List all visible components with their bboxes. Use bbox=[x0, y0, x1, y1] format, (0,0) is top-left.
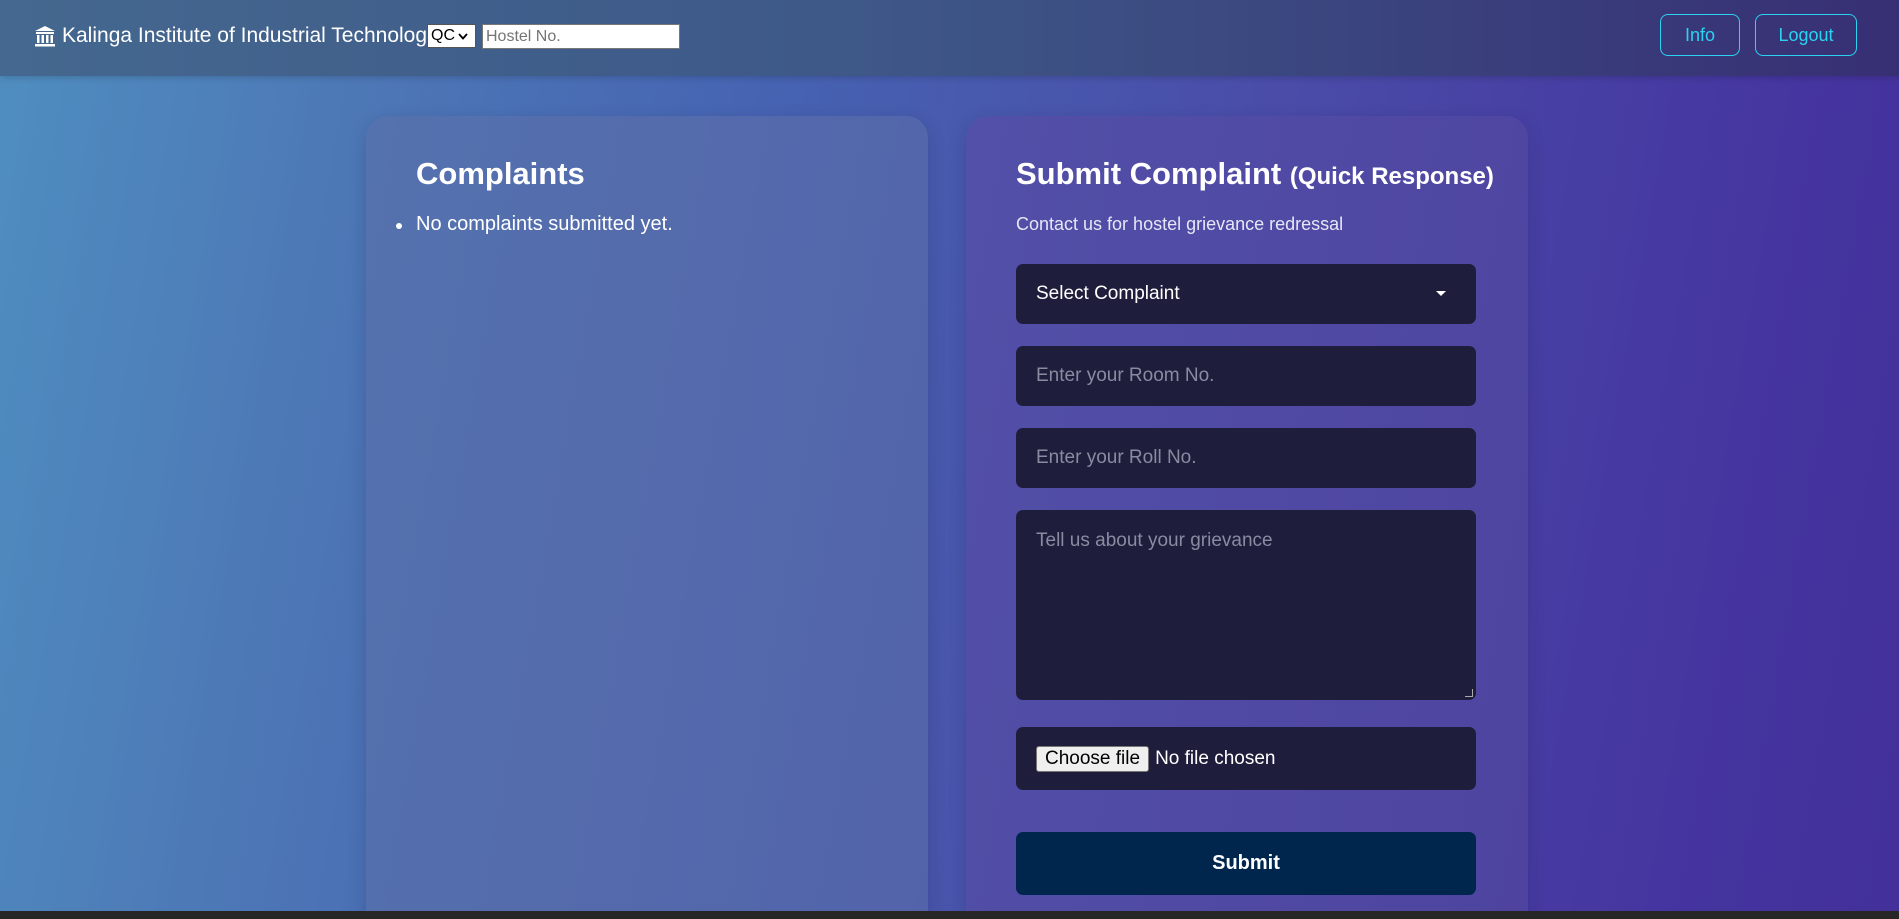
top-navbar: Kalinga Institute of Industrial Technolo… bbox=[0, 0, 1899, 76]
resize-handle-icon[interactable] bbox=[1465, 689, 1473, 697]
file-status: No file chosen bbox=[1155, 747, 1276, 769]
caret-down-icon bbox=[1436, 291, 1446, 296]
brand: Kalinga Institute of Industrial Technolo… bbox=[34, 22, 438, 50]
quota-select[interactable]: QC bbox=[427, 24, 476, 48]
roll-number-placeholder: Enter your Roll No. bbox=[1036, 447, 1197, 468]
room-number-placeholder: Enter your Room No. bbox=[1036, 365, 1215, 386]
file-upload-field: Choose file No file chosen bbox=[1016, 727, 1476, 790]
complaints-title: Complaints bbox=[416, 156, 585, 191]
room-number-field[interactable]: Enter your Room No. bbox=[1016, 346, 1476, 406]
form-title: Submit Complaint (Quick Response) bbox=[1016, 156, 1494, 192]
logout-button[interactable]: Logout bbox=[1755, 14, 1857, 56]
form-title-note: (Quick Response) bbox=[1289, 163, 1494, 190]
roll-number-field[interactable]: Enter your Roll No. bbox=[1016, 428, 1476, 488]
submit-button[interactable]: Submit bbox=[1016, 832, 1476, 895]
info-button[interactable]: Info bbox=[1660, 14, 1740, 56]
quota-select-value: QC bbox=[431, 27, 455, 44]
chevron-down-icon bbox=[458, 29, 468, 43]
form-subtitle: Contact us for hostel grievance redressa… bbox=[1016, 214, 1344, 234]
grievance-textarea[interactable]: Tell us about your grievance bbox=[1016, 510, 1476, 700]
complaints-list: No complaints submitted yet. bbox=[396, 213, 673, 236]
institution-icon bbox=[35, 26, 55, 47]
complaint-type-value: Select Complaint bbox=[1036, 283, 1180, 304]
submit-complaint-card: Submit Complaint (Quick Response) Contac… bbox=[966, 116, 1528, 919]
grievance-placeholder: Tell us about your grievance bbox=[1036, 530, 1273, 551]
brand-name: Kalinga Institute of Industrial Technolo… bbox=[62, 24, 438, 47]
list-item: No complaints submitted yet. bbox=[396, 213, 673, 235]
form-title-main: Submit Complaint bbox=[1016, 156, 1282, 191]
complaints-card: Complaints No complaints submitted yet. bbox=[366, 116, 928, 919]
taskbar-strip bbox=[0, 911, 1899, 919]
choose-file-button[interactable]: Choose file bbox=[1036, 745, 1150, 772]
hostel-number-input[interactable] bbox=[482, 24, 680, 49]
complaint-type-select[interactable]: Select Complaint bbox=[1016, 264, 1476, 324]
